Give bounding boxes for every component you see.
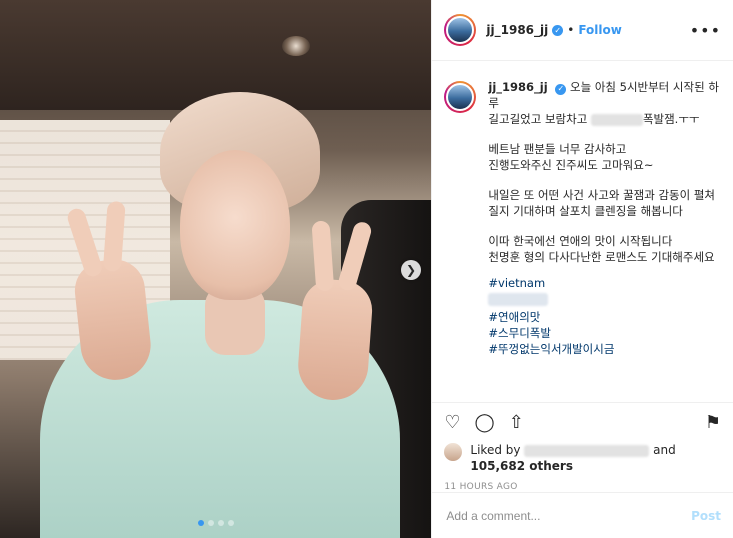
- blurred-text: [590, 113, 643, 126]
- caption-avatar[interactable]: [444, 81, 477, 113]
- peace-sign-right-hand: [295, 220, 375, 403]
- verified-badge-icon: ✓: [552, 24, 564, 36]
- carousel-dot[interactable]: [218, 520, 224, 526]
- carousel-dot[interactable]: [228, 520, 234, 526]
- hashtag[interactable]: #스무디폭발: [488, 325, 721, 341]
- more-options-icon[interactable]: •••: [690, 21, 721, 40]
- post-comment-button[interactable]: Post: [691, 509, 721, 523]
- blurred-username[interactable]: [524, 444, 650, 457]
- hashtag[interactable]: #연애의맛: [488, 309, 721, 325]
- caption-para2: 베트남 팬분들 너무 감사하고 진행도와주신 진주씨도 고마워요~: [488, 142, 654, 172]
- likes-count[interactable]: 105,682 others: [470, 459, 573, 473]
- bookmark-icon[interactable]: ⚑: [705, 412, 721, 433]
- carousel-dot[interactable]: [198, 520, 204, 526]
- caption-text: jj_1986_jj ✓ 오늘 아침 5시반부터 시작된 하루 길고길었고 보람…: [488, 79, 721, 357]
- caption-para3: 내일은 또 어떤 사건 사고와 꿀잼과 감동이 펼쳐질지 기대하며 살포치 클렌…: [488, 188, 716, 218]
- comments-section: jj_1986_jj ✓ 오늘 아침 5시반부터 시작된 하루 길고길었고 보람…: [432, 61, 733, 402]
- blurred-tag: [488, 293, 549, 306]
- post-side-panel: jj_1986_jj ✓ • Follow ••• jj_1986_jj ✓ 오…: [431, 0, 733, 538]
- share-icon[interactable]: ⇧: [509, 412, 524, 433]
- likes-and: and: [653, 443, 676, 457]
- header-separator: •: [567, 23, 575, 37]
- comment-bubble-icon[interactable]: ◯: [475, 412, 495, 433]
- carousel-dot[interactable]: [208, 520, 214, 526]
- action-bar: ♡ ◯ ⇧ ⚑: [432, 402, 733, 442]
- liker-avatar[interactable]: [444, 443, 463, 461]
- caption-line2-prefix: 길고길었고 보람차고: [488, 112, 588, 126]
- add-comment-bar: Post: [432, 492, 733, 538]
- hashtag[interactable]: #뚜껑없는익서개발이시금: [488, 341, 721, 357]
- ceiling-light: [282, 36, 310, 56]
- vehicle-ceiling: [0, 0, 432, 110]
- like-heart-icon[interactable]: ♡: [444, 412, 460, 433]
- instagram-post: ❯ jj_1986_jj ✓ • Follow ••• jj_1986_jj ✓…: [0, 0, 733, 538]
- carousel-dots: [0, 520, 431, 526]
- hashtag[interactable]: #vietnam: [488, 275, 721, 291]
- liked-by-prefix: Liked by: [470, 443, 521, 457]
- person-face: [180, 150, 290, 300]
- likes-summary: Liked by and 105,682 others: [432, 442, 733, 474]
- caption-line2-suffix: 폭발잼.ㅜㅜ: [642, 112, 700, 126]
- post-photo[interactable]: ❯: [0, 0, 432, 538]
- profile-avatar[interactable]: [444, 14, 477, 46]
- comment-input[interactable]: [444, 507, 692, 524]
- carousel-next-icon[interactable]: ❯: [401, 260, 421, 280]
- caption-para4: 이따 한국에선 연애의 맛이 시작됩니다 천명훈 형의 다사다난한 로맨스도 기…: [488, 234, 715, 264]
- post-timestamp[interactable]: 11 HOURS AGO: [432, 474, 733, 492]
- follow-button[interactable]: Follow: [578, 23, 622, 37]
- caption-username[interactable]: jj_1986_jj: [488, 80, 547, 94]
- verified-badge-icon: ✓: [555, 83, 567, 95]
- post-header: jj_1986_jj ✓ • Follow •••: [432, 0, 733, 61]
- caption: jj_1986_jj ✓ 오늘 아침 5시반부터 시작된 하루 길고길었고 보람…: [444, 79, 721, 357]
- header-username[interactable]: jj_1986_jj: [486, 23, 548, 37]
